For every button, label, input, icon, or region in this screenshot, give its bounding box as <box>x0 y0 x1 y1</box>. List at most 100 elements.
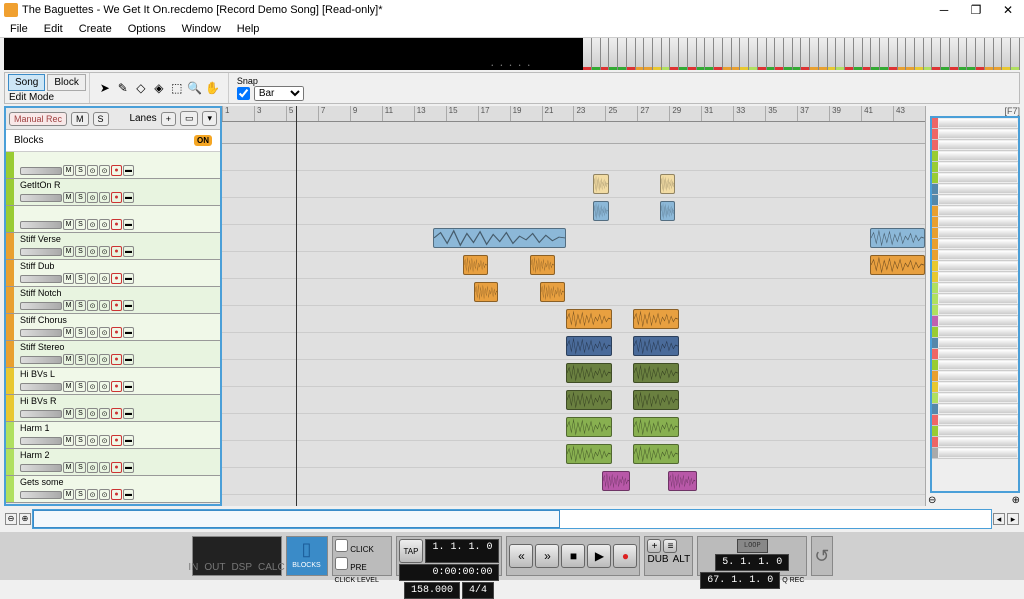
rewind-button[interactable]: « <box>509 544 533 568</box>
position-lcd[interactable]: 1. 1. 1. 0 <box>425 539 499 563</box>
audio-clip[interactable] <box>870 255 925 275</box>
track-lane[interactable] <box>222 333 925 360</box>
overview-scroller[interactable] <box>32 509 992 529</box>
sig-lcd[interactable]: 4/4 <box>462 582 494 599</box>
track-lane[interactable] <box>222 252 925 279</box>
blocks-lane[interactable] <box>222 122 925 144</box>
snap-select[interactable]: Bar <box>254 86 304 101</box>
snap-checkbox[interactable] <box>237 87 250 100</box>
audio-clip[interactable] <box>870 228 925 248</box>
audio-clip[interactable] <box>433 228 567 248</box>
lanes-add-button[interactable]: + <box>161 112 176 126</box>
maximize-button[interactable]: ❐ <box>960 0 992 20</box>
audio-clip[interactable] <box>566 336 612 356</box>
menu-options[interactable]: Options <box>120 23 174 35</box>
audio-clip[interactable] <box>633 336 679 356</box>
qrec-label[interactable]: Q REC <box>782 577 804 584</box>
audio-clip[interactable] <box>593 201 608 221</box>
track-header[interactable]: Stiff VerseMS⊙⊙●▬ <box>6 233 220 260</box>
audio-clip[interactable] <box>593 174 608 194</box>
menu-help[interactable]: Help <box>229 23 268 35</box>
audio-clip[interactable] <box>660 201 675 221</box>
lanes-more-button[interactable]: ▾ <box>202 111 217 126</box>
audio-clip[interactable] <box>602 471 630 491</box>
audio-clip[interactable] <box>566 363 612 383</box>
record-button[interactable]: ● <box>613 544 637 568</box>
minimize-button[interactable]: ─ <box>928 0 960 20</box>
audio-clip[interactable] <box>633 363 679 383</box>
audio-clip[interactable] <box>633 417 679 437</box>
track-header[interactable]: Gets someMS⊙⊙●▬ <box>6 476 220 503</box>
track-header[interactable]: Harm 2MS⊙⊙●▬ <box>6 449 220 476</box>
track-lane[interactable] <box>222 441 925 468</box>
track-lane[interactable] <box>222 144 925 171</box>
m-button[interactable]: M <box>71 112 89 126</box>
dock-handle[interactable]: • • • • • <box>491 63 532 69</box>
zoom-in-icon[interactable]: ⊕ <box>19 513 31 525</box>
audio-clip[interactable] <box>660 174 675 194</box>
track-lane[interactable] <box>222 171 925 198</box>
stop-button[interactable]: ■ <box>561 544 585 568</box>
tempo-lcd[interactable]: 158.000 <box>404 582 460 599</box>
s-button[interactable]: S <box>93 112 109 126</box>
playhead[interactable] <box>296 106 297 506</box>
track-lane[interactable] <box>222 387 925 414</box>
zoom-tool-icon[interactable]: 🔍 <box>188 81 202 95</box>
track-header[interactable]: GetItOn RMS⊙⊙●▬ <box>6 179 220 206</box>
pencil-tool-icon[interactable]: ✎ <box>116 81 130 95</box>
time-lcd[interactable]: 0:00:00:00 <box>399 564 500 581</box>
menu-window[interactable]: Window <box>174 23 229 35</box>
song-tab[interactable]: Song <box>8 74 45 91</box>
add-button[interactable]: + <box>647 539 661 553</box>
audio-clip[interactable] <box>540 282 565 302</box>
track-lane[interactable] <box>222 225 925 252</box>
menu-edit[interactable]: Edit <box>36 23 71 35</box>
audio-clip[interactable] <box>668 471 696 491</box>
play-button[interactable]: ▶ <box>587 544 611 568</box>
audio-clip[interactable] <box>633 309 679 329</box>
list-button[interactable]: ≡ <box>663 539 677 553</box>
mute-tool-icon[interactable]: ⬚ <box>170 81 184 95</box>
audio-clip[interactable] <box>530 255 555 275</box>
forward-button[interactable]: » <box>535 544 559 568</box>
audio-clip[interactable] <box>474 282 499 302</box>
reset-button[interactable]: ↺ <box>811 536 832 576</box>
blocks-box[interactable]: ▯ BLOCKS <box>286 536 328 576</box>
arrange-area[interactable]: 135791113151719212325272931333537394143 <box>222 106 926 506</box>
track-lane[interactable] <box>222 279 925 306</box>
track-header[interactable]: Stiff DubMS⊙⊙●▬ <box>6 260 220 287</box>
track-header[interactable]: MS⊙⊙●▬ <box>6 206 220 233</box>
scroll-bar[interactable]: ⊖ ⊕ ◂ ▸ <box>4 508 1020 530</box>
mini-zoom-in[interactable]: ⊕ <box>1012 495 1020 506</box>
track-lane[interactable] <box>222 198 925 225</box>
audio-clip[interactable] <box>566 444 612 464</box>
blocks-row[interactable]: Blocks ON <box>6 130 220 152</box>
bar-ruler[interactable]: 135791113151719212325272931333537394143 <box>222 106 925 122</box>
menu-file[interactable]: File <box>2 23 36 35</box>
menu-create[interactable]: Create <box>71 23 120 35</box>
track-header[interactable]: MS⊙⊙●▬ <box>6 152 220 179</box>
track-header[interactable]: Stiff StereoMS⊙⊙●▬ <box>6 341 220 368</box>
mini-zoom-out[interactable]: ⊖ <box>928 495 936 506</box>
minimap[interactable] <box>930 116 1020 493</box>
audio-clip[interactable] <box>566 309 612 329</box>
track-header[interactable]: Stiff NotchMS⊙⊙●▬ <box>6 287 220 314</box>
pre-checkbox[interactable] <box>335 557 348 570</box>
track-lane[interactable] <box>222 468 925 495</box>
audio-clip[interactable] <box>566 417 612 437</box>
audio-clip[interactable] <box>633 444 679 464</box>
audio-clip[interactable] <box>566 390 612 410</box>
block-tab[interactable]: Block <box>47 74 85 91</box>
blocks-on-badge[interactable]: ON <box>194 135 212 146</box>
pointer-tool-icon[interactable]: ➤ <box>98 81 112 95</box>
loop-end-lcd[interactable]: 67. 1. 1. 0 <box>700 572 780 589</box>
track-header[interactable]: Hi BVs RMS⊙⊙●▬ <box>6 395 220 422</box>
track-header[interactable]: Hi BVs LMS⊙⊙●▬ <box>6 368 220 395</box>
track-lane[interactable] <box>222 306 925 333</box>
loop-label[interactable]: LOOP <box>737 539 768 553</box>
cut-tool-icon[interactable]: ◈ <box>152 81 166 95</box>
lanes-mode-button[interactable]: ▭ <box>180 111 199 126</box>
zoom-out-icon[interactable]: ⊖ <box>5 513 17 525</box>
track-header[interactable]: Stiff ChorusMS⊙⊙●▬ <box>6 314 220 341</box>
track-header[interactable]: Harm 1MS⊙⊙●▬ <box>6 422 220 449</box>
